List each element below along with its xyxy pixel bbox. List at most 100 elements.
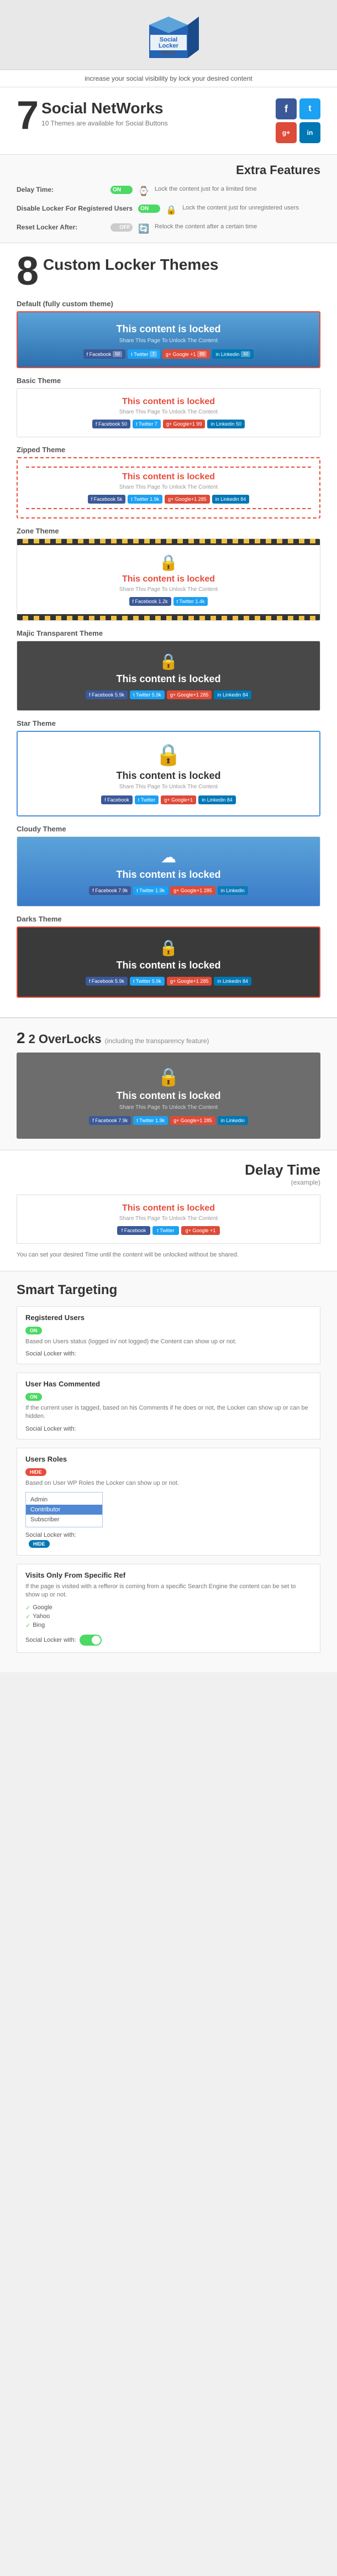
role-subscriber[interactable]: Subscriber bbox=[26, 1515, 102, 1525]
social-networks-section: f t g+ in 7 Social NetWorks 10 Themes ar… bbox=[0, 87, 337, 155]
theme-label-cloudy: Cloudy Theme bbox=[17, 825, 320, 833]
overlock-tw-btn[interactable]: t Twitter 1.9k bbox=[133, 1116, 168, 1125]
search-engines-list: ✓ Google ✓ Yahoo ✓ Bing bbox=[25, 1604, 312, 1629]
cloudy-tw-btn[interactable]: t Twitter 1.9k bbox=[133, 886, 168, 895]
checkmark-bing: ✓ bbox=[25, 1622, 30, 1629]
role-admin[interactable]: Admin bbox=[26, 1495, 102, 1505]
product-name: Pack bbox=[161, 50, 176, 56]
bing-check: ✓ Bing bbox=[25, 1622, 312, 1629]
magic-fb-btn[interactable]: f Facebook 5.9k bbox=[86, 690, 128, 699]
default-li-btn[interactable]: in Linkedin50 bbox=[212, 349, 254, 359]
star-share-text: Share This Page To Unlock The Content bbox=[26, 784, 311, 790]
cloudy-gp-btn[interactable]: g+ Google+1 285 bbox=[170, 886, 215, 895]
networks-number: 7 bbox=[17, 96, 39, 135]
theme-label-zipped: Zipped Theme bbox=[17, 446, 320, 454]
theme-label-star: Star Theme bbox=[17, 719, 320, 727]
roles-locker-badge: HIDE bbox=[29, 1540, 50, 1548]
theme-label-zone: Zone Theme bbox=[17, 527, 320, 535]
default-gp-btn[interactable]: g+ Google +199 bbox=[162, 349, 210, 359]
target-group-commented: User Has Commented ON If the current use… bbox=[17, 1373, 320, 1439]
zone-tw-btn[interactable]: t Twitter 1.4k bbox=[173, 597, 208, 606]
product-box: Social Locker Pack bbox=[138, 8, 199, 66]
themes-number: 8 bbox=[17, 252, 39, 291]
zipped-tw-btn[interactable]: t Twitter 1.9k bbox=[128, 495, 162, 504]
default-fb-btn[interactable]: f Facebook50 bbox=[83, 349, 125, 359]
star-fb-btn[interactable]: f Facebook bbox=[101, 795, 133, 804]
default-locked-text: This content is locked bbox=[26, 323, 311, 335]
delay-toggle[interactable]: ON bbox=[110, 186, 133, 194]
disable-locker-toggle[interactable]: ON bbox=[138, 205, 160, 213]
star-gp-btn[interactable]: g+ Google+1 bbox=[161, 795, 196, 804]
smart-targeting-section: Smart Targeting Registered Users ON Base… bbox=[0, 1271, 337, 1672]
delay-gp-btn[interactable]: g+ Google +1 bbox=[181, 1226, 220, 1235]
magic-gp-btn[interactable]: g+ Google+1 285 bbox=[167, 690, 212, 699]
overlocks-subtitle: (including the transparency feature) bbox=[105, 1037, 209, 1045]
twitter-icon: t bbox=[299, 98, 320, 119]
zone-share-text: Share This Page To Unlock The Content bbox=[25, 587, 312, 593]
delay-share-text-preview: Share This Page To Unlock The Content bbox=[25, 1216, 312, 1222]
delay-preview-box: This content is locked Share This Page T… bbox=[17, 1195, 320, 1244]
star-lock-icon: 🔒 bbox=[26, 743, 311, 767]
star-tw-btn[interactable]: t Twitter bbox=[135, 795, 159, 804]
zone-fb-btn[interactable]: f Facebook 1.2k bbox=[129, 597, 171, 606]
overlock-li-btn[interactable]: in Linkedin bbox=[218, 1116, 248, 1125]
overlock-fb-btn[interactable]: f Facebook 7.9k bbox=[89, 1116, 131, 1125]
visits-toggle[interactable] bbox=[80, 1635, 102, 1646]
theme-preview-default: This content is locked Share This Page T… bbox=[17, 311, 320, 368]
reset-locker-icon: 🔄 bbox=[138, 223, 149, 234]
basic-tw-btn[interactable]: t Twitter 7 bbox=[133, 420, 161, 428]
darks-fb-btn[interactable]: f Facebook 5.9k bbox=[86, 977, 128, 986]
zipped-li-btn[interactable]: in Linkedin 84 bbox=[212, 495, 250, 504]
darks-lock-icon: 🔒 bbox=[26, 939, 311, 957]
overlock-gp-btn[interactable]: g+ Google+1 285 bbox=[170, 1116, 215, 1125]
magic-li-btn[interactable]: in Linkedin 84 bbox=[214, 690, 251, 699]
basic-gp-btn[interactable]: g+ Google+1 99 bbox=[163, 420, 206, 428]
darks-tw-btn[interactable]: t Twitter 5.9k bbox=[130, 977, 165, 986]
extra-features-section: Extra Features Delay Time: ON ⌚ Lock the… bbox=[0, 155, 337, 243]
theme-preview-darks: 🔒 This content is locked f Facebook 5.9k… bbox=[17, 926, 320, 998]
roles-list[interactable]: Admin Contributor Subscriber bbox=[25, 1492, 103, 1527]
theme-label-default: Default (fully custom theme) bbox=[17, 300, 320, 308]
disable-locker-label: Disable Locker For Registered Users bbox=[17, 205, 133, 212]
roles-title: Users Roles bbox=[25, 1455, 312, 1463]
delay-tw-btn[interactable]: t Twitter bbox=[152, 1226, 178, 1235]
registered-social-locker: Social Locker with: bbox=[25, 1350, 312, 1357]
basic-fb-btn[interactable]: f Facebook 50 bbox=[92, 420, 130, 428]
darks-gp-btn[interactable]: g+ Google+1 285 bbox=[167, 977, 212, 986]
cloudy-fb-btn[interactable]: f Facebook 7.9k bbox=[89, 886, 131, 895]
theme-preview-basic: This content is locked Share This Page T… bbox=[17, 388, 320, 437]
googleplus-icon: g+ bbox=[276, 122, 297, 143]
magic-tw-btn[interactable]: t Twitter 5.9k bbox=[130, 690, 165, 699]
social-networks-icons: f t g+ in bbox=[276, 98, 320, 143]
themes-title: Custom Locker Themes bbox=[43, 256, 218, 274]
visits-title: Visits Only From Specific Ref bbox=[25, 1571, 312, 1579]
reset-locker-label: Reset Locker After: bbox=[17, 223, 105, 231]
darks-locked-text: This content is locked bbox=[26, 960, 311, 971]
networks-title: Social NetWorks bbox=[41, 100, 276, 117]
facebook-icon: f bbox=[276, 98, 297, 119]
theme-preview-star: 🔒 This content is locked Share This Page… bbox=[17, 731, 320, 816]
star-li-btn[interactable]: in Linkedin 84 bbox=[198, 795, 236, 804]
networks-subtitle: 10 Themes are available for Social Butto… bbox=[41, 119, 276, 127]
linkedin-icon: in bbox=[299, 122, 320, 143]
themes-section: 8 Custom Locker Themes Default (fully cu… bbox=[0, 243, 337, 1017]
cloudy-cloud-icon: ☁ bbox=[25, 848, 312, 866]
reset-locker-toggle[interactable]: OFF bbox=[110, 223, 133, 232]
role-contributor[interactable]: Contributor bbox=[26, 1505, 102, 1515]
visits-social-locker-label: Social Locker with: bbox=[25, 1637, 76, 1643]
visits-social-locker-row: Social Locker with: bbox=[25, 1635, 312, 1646]
darks-li-btn[interactable]: in Linkedin 84 bbox=[214, 977, 251, 986]
zipped-fb-btn[interactable]: f Facebook 5k bbox=[88, 495, 126, 504]
feature-reset-locker: Reset Locker After: OFF 🔄 Relock the con… bbox=[17, 223, 320, 234]
basic-share-text: Share This Page To Unlock The Content bbox=[25, 409, 312, 415]
zipped-gp-btn[interactable]: g+ Google+1 285 bbox=[165, 495, 210, 504]
cloudy-li-btn[interactable]: in Linkedin bbox=[218, 886, 248, 895]
theme-preview-magic: 🔒 This content is locked f Facebook 5.9k… bbox=[17, 641, 320, 711]
default-tw-btn[interactable]: t Twitter7 bbox=[128, 349, 160, 359]
target-group-registered: Registered Users ON Based on Users statu… bbox=[17, 1306, 320, 1364]
delay-fb-btn[interactable]: f Facebook bbox=[117, 1226, 151, 1235]
overlocks-heading: 2 OverLocks bbox=[29, 1032, 102, 1046]
commented-title: User Has Commented bbox=[25, 1380, 312, 1388]
feature-delay-time: Delay Time: ON ⌚ Lock the content just f… bbox=[17, 186, 320, 197]
basic-li-btn[interactable]: in Linkedin 50 bbox=[207, 420, 245, 428]
